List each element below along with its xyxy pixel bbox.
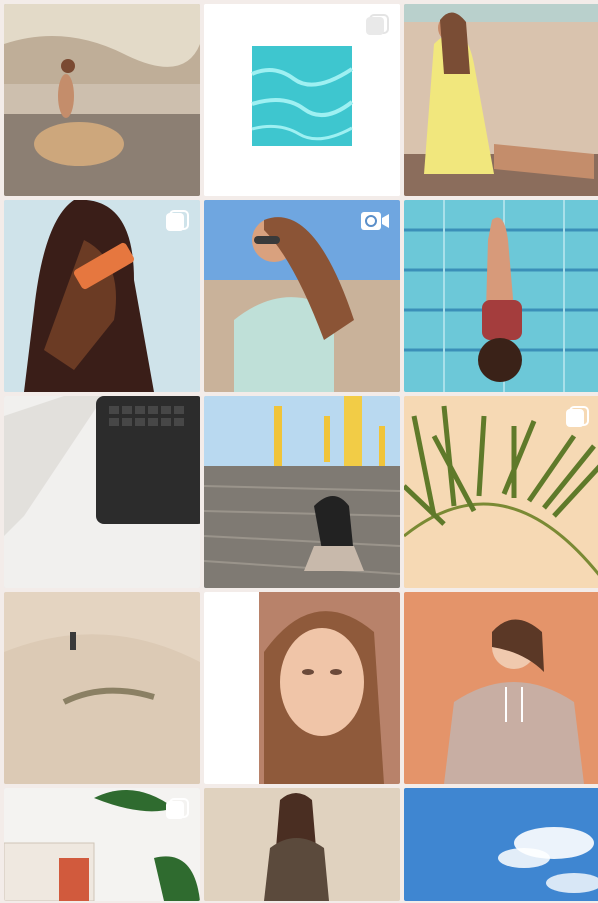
video-icon xyxy=(360,210,390,232)
post-face-closeup[interactable] xyxy=(204,592,400,784)
carousel-icon xyxy=(164,798,190,820)
photo-sand-sitting xyxy=(204,788,400,901)
post-sunglasses-portrait[interactable] xyxy=(204,200,400,392)
photo-pool-float xyxy=(404,200,598,392)
post-sand-sitting[interactable] xyxy=(204,788,400,901)
photo-desert-dunes xyxy=(4,592,200,784)
carousel-icon xyxy=(164,210,190,232)
post-desert-dunes[interactable] xyxy=(4,592,200,784)
post-laptop-desk[interactable] xyxy=(4,396,200,588)
post-palm-leaf[interactable] xyxy=(404,396,598,588)
grid-row xyxy=(4,396,598,588)
photo-laptop-desk xyxy=(4,396,200,588)
post-pool-float[interactable] xyxy=(404,200,598,392)
post-phone-illustration[interactable] xyxy=(4,200,200,392)
photo-blue-sky xyxy=(404,788,598,901)
photo-face-closeup xyxy=(204,592,400,784)
photo-hoodie-orange xyxy=(404,592,598,784)
grid-row xyxy=(4,788,598,901)
post-rocky-beach[interactable] xyxy=(4,4,200,196)
grid-row xyxy=(4,592,598,784)
photo-rocky-beach xyxy=(4,4,200,196)
post-blue-sky[interactable] xyxy=(404,788,598,901)
photo-pier-umbrellas xyxy=(204,396,400,588)
photo-grid xyxy=(0,0,598,903)
carousel-icon xyxy=(564,406,590,428)
post-magazine-plant[interactable] xyxy=(4,788,200,901)
post-pool-square[interactable] xyxy=(204,4,400,196)
post-hoodie-orange[interactable] xyxy=(404,592,598,784)
photo-beach-yellow xyxy=(404,4,598,196)
carousel-icon xyxy=(364,14,390,36)
grid-row xyxy=(4,4,598,196)
post-pier-umbrellas[interactable] xyxy=(204,396,400,588)
post-beach-yellow[interactable] xyxy=(404,4,598,196)
grid-row xyxy=(4,200,598,392)
